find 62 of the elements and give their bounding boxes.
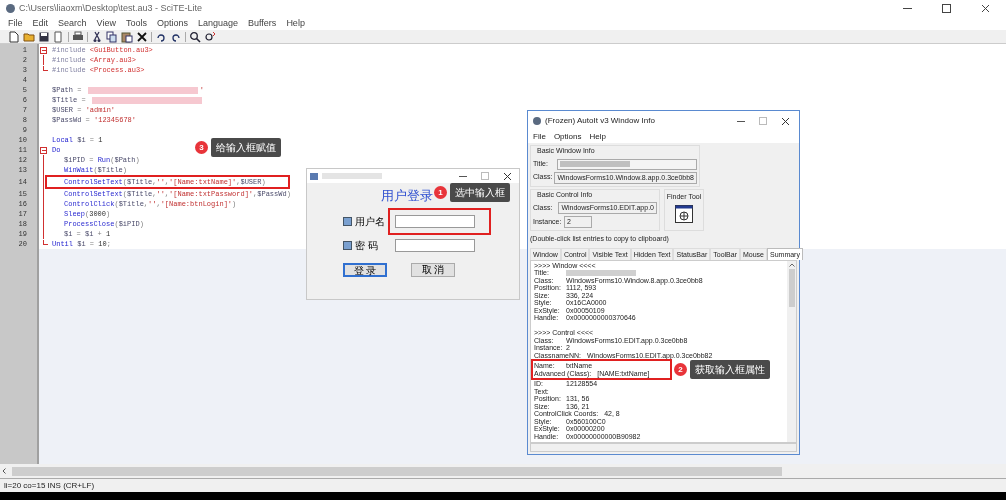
maximize-icon[interactable] — [942, 4, 951, 13]
paste-icon[interactable] — [121, 30, 133, 43]
menu-item[interactable]: View — [96, 16, 116, 31]
redacted-block — [566, 270, 636, 276]
horizontal-scrollbar[interactable] — [530, 443, 797, 452]
status-text: li=20 co=15 INS (CR+LF) — [4, 479, 95, 492]
menu-item[interactable]: File — [8, 16, 23, 31]
minimize-icon[interactable] — [737, 120, 745, 122]
save-icon[interactable] — [38, 30, 50, 43]
page-icon[interactable] — [53, 30, 65, 43]
dialog-button[interactable]: 登 录 — [343, 262, 387, 277]
callout-label: 获取输入框属性 — [690, 360, 770, 379]
menu-item[interactable]: Tools — [125, 16, 147, 31]
field-label: 密 码 — [355, 238, 379, 253]
horizontal-scrollbar[interactable] — [0, 464, 1006, 478]
callout-label: 给输入框赋值 — [211, 138, 281, 157]
input-field[interactable] — [557, 158, 697, 170]
search-icon[interactable] — [189, 30, 201, 43]
new-file-icon[interactable] — [8, 30, 20, 43]
menu-item[interactable]: Language — [197, 16, 238, 31]
scroll-up-icon[interactable] — [788, 262, 795, 267]
menu-item[interactable]: Options — [156, 16, 188, 31]
delete-icon[interactable] — [136, 30, 148, 43]
fold-toggle-icon[interactable] — [40, 46, 47, 54]
menu-item[interactable]: File — [533, 131, 546, 143]
redacted-block — [560, 161, 630, 167]
step-badge: 2 — [674, 363, 687, 376]
window-title: C:\Users\liaoxm\Desktop\test.au3 - SciTE-Lite — [19, 1, 203, 15]
field-icon — [343, 216, 352, 226]
scrollbar-thumb[interactable] — [788, 268, 795, 307]
field-label: 用户名 — [355, 214, 385, 229]
close-icon[interactable] — [981, 4, 990, 13]
menu-item[interactable]: Buffers — [248, 16, 277, 31]
scroll-left-icon[interactable] — [2, 468, 6, 474]
close-icon[interactable] — [781, 116, 790, 126]
input-field[interactable] — [395, 214, 475, 228]
dialog-heading: 用户登录 — [381, 187, 433, 205]
print-icon[interactable] — [72, 30, 84, 43]
menu-item[interactable]: Search — [58, 16, 87, 31]
callout-label: 选中输入框 — [450, 183, 510, 203]
redacted-block — [322, 173, 382, 179]
minimize-icon[interactable] — [459, 175, 467, 177]
menu-item[interactable]: Help — [589, 131, 606, 143]
field-icon — [343, 240, 352, 250]
menu-item[interactable]: Help — [286, 16, 305, 31]
menu-item[interactable]: Edit — [32, 16, 49, 31]
step-badge: 1 — [434, 186, 447, 200]
cut-icon[interactable] — [91, 30, 103, 43]
copy-icon[interactable] — [106, 30, 118, 43]
scrollbar-thumb[interactable] — [12, 466, 782, 476]
app-icon — [310, 172, 318, 180]
app-icon — [6, 4, 15, 13]
replace-icon[interactable] — [204, 30, 216, 43]
dialog-button[interactable]: 取 消 — [411, 262, 455, 277]
input-field[interactable] — [395, 238, 475, 252]
app-icon — [533, 117, 541, 125]
open-folder-icon[interactable] — [23, 30, 35, 43]
menu-item[interactable]: Options — [553, 131, 582, 143]
crosshair-target-icon[interactable] — [675, 205, 693, 223]
fold-toggle-icon[interactable] — [40, 146, 47, 154]
close-icon[interactable] — [503, 171, 512, 181]
window-title: (Frozen) AutoIt v3 Window Info — [545, 115, 655, 127]
